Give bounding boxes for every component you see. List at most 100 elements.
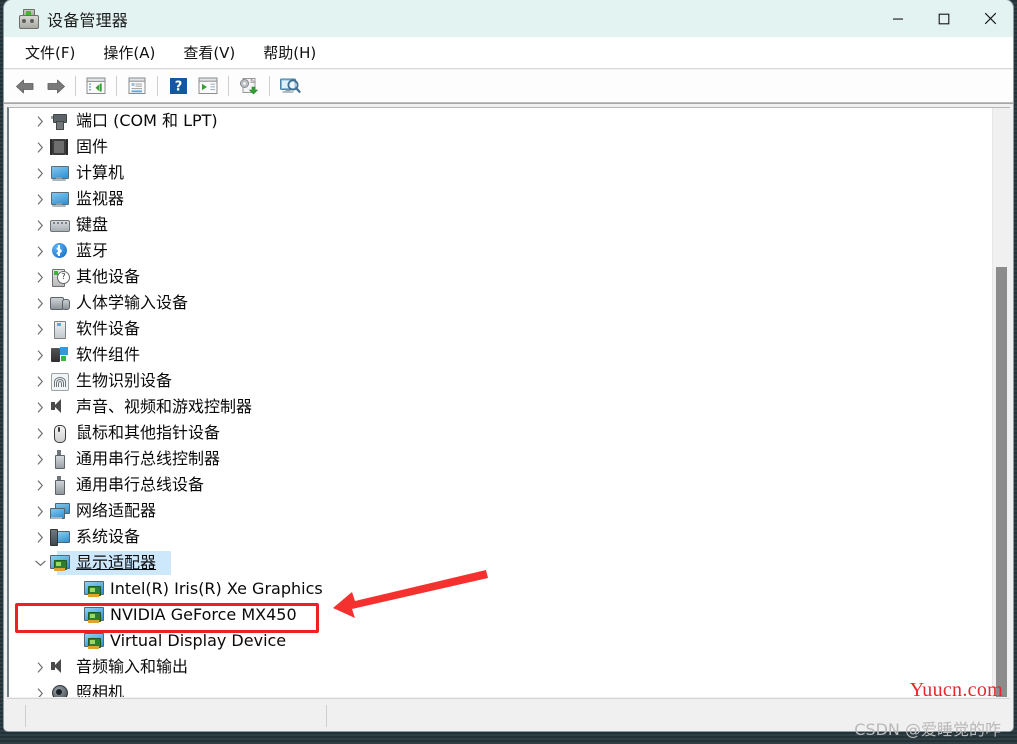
console-tree-icon xyxy=(86,77,106,94)
tree-item[interactable]: ? 其他设备 xyxy=(9,264,993,290)
chevron-right-icon[interactable] xyxy=(31,141,49,153)
tree-item-label: 键盘 xyxy=(76,215,109,234)
tree-item[interactable]: 蓝牙 xyxy=(9,238,993,264)
tree-item[interactable]: 键盘 xyxy=(9,212,993,238)
update-driver-button[interactable] xyxy=(194,74,222,98)
chevron-right-icon[interactable] xyxy=(31,505,49,517)
tree-item-label: 监视器 xyxy=(76,189,125,208)
back-button[interactable] xyxy=(11,74,39,98)
menu-action[interactable]: 操作(A) xyxy=(92,39,166,66)
show-hide-console-tree-button[interactable] xyxy=(82,74,110,98)
menu-help[interactable]: 帮助(H) xyxy=(252,39,327,66)
window-title: 设备管理器 xyxy=(47,10,129,30)
menu-view[interactable]: 查看(V) xyxy=(172,39,246,66)
chevron-right-icon[interactable] xyxy=(31,687,49,697)
forward-button[interactable] xyxy=(41,74,69,98)
tree-item-label: 人体学输入设备 xyxy=(76,293,189,312)
arrow-left-icon xyxy=(15,79,33,93)
separator-4 xyxy=(228,76,229,96)
chevron-down-icon[interactable] xyxy=(31,560,49,567)
menu-file[interactable]: 文件(F) xyxy=(14,39,86,66)
chevron-right-icon[interactable] xyxy=(31,401,49,413)
watermark-csdn: CSDN @爱睡觉的咋 xyxy=(854,720,1001,739)
properties-button[interactable] xyxy=(123,74,151,98)
show-all-devices-button[interactable] xyxy=(276,74,304,98)
scan-hardware-icon xyxy=(240,77,259,95)
scan-hardware-changes-button[interactable] xyxy=(235,74,263,98)
display-adapter-icon xyxy=(83,606,104,624)
speaker-icon xyxy=(49,398,69,416)
tree-item-label: Intel(R) Iris(R) Xe Graphics xyxy=(110,579,323,598)
biometric-fingerprint-icon xyxy=(49,372,69,391)
tree-item[interactable]: 网络适配器 xyxy=(9,498,993,524)
svg-text:?: ? xyxy=(174,80,182,95)
tree-item[interactable]: 显示适配器 xyxy=(9,550,993,576)
chevron-right-icon[interactable] xyxy=(31,375,49,387)
network-adapter-icon xyxy=(49,502,70,520)
tree-item[interactable]: 通用串行总线设备 xyxy=(9,472,993,498)
tree-item[interactable]: 监视器 xyxy=(9,186,993,212)
tree-item[interactable]: 系统设备 xyxy=(9,524,993,550)
vertical-scrollbar[interactable] xyxy=(992,108,1010,697)
tree-item[interactable]: 鼠标和其他指针设备 xyxy=(9,420,993,446)
maximize-button[interactable] xyxy=(921,0,967,37)
chevron-right-icon[interactable] xyxy=(31,297,49,309)
tree-frame: 端口 (COM 和 LPT) 固件 计算机 监视器 键盘 蓝牙? 其他设备 人体学输入设备 软件… xyxy=(7,107,1010,697)
tree-item[interactable]: 通用串行总线控制器 xyxy=(9,446,993,472)
tree-item-label: 系统设备 xyxy=(76,527,141,546)
chevron-right-icon[interactable] xyxy=(31,479,49,491)
tree-item[interactable]: 软件设备 xyxy=(9,316,993,342)
tree-item[interactable]: 声音、视频和游戏控制器 xyxy=(9,394,993,420)
minimize-button[interactable] xyxy=(875,0,921,37)
display-adapter-icon xyxy=(83,580,104,598)
device-tree[interactable]: 端口 (COM 和 LPT) 固件 计算机 监视器 键盘 蓝牙? 其他设备 人体学输入设备 软件… xyxy=(9,108,993,697)
monitor-icon xyxy=(49,190,69,208)
close-button[interactable] xyxy=(967,0,1013,37)
display-adapter-icon xyxy=(49,554,70,572)
chevron-right-icon[interactable] xyxy=(31,661,49,673)
bluetooth-icon xyxy=(49,242,69,260)
tree-item-label: NVIDIA GeForce MX450 xyxy=(110,605,297,624)
chevron-right-icon[interactable] xyxy=(31,531,49,543)
separator-2 xyxy=(116,76,117,96)
display-adapter-icon xyxy=(83,632,104,650)
chevron-right-icon[interactable] xyxy=(31,115,49,127)
tree-item[interactable]: 软件组件 xyxy=(9,342,993,368)
tree-item-label: 计算机 xyxy=(76,163,125,182)
update-driver-icon xyxy=(198,77,218,94)
usb-controller-icon xyxy=(49,450,69,469)
chevron-right-icon[interactable] xyxy=(31,323,49,335)
tree-item-label: 照相机 xyxy=(76,683,125,697)
tree-item[interactable]: 人体学输入设备 xyxy=(9,290,993,316)
chevron-right-icon[interactable] xyxy=(31,193,49,205)
chevron-right-icon[interactable] xyxy=(31,349,49,361)
tree-item-label: 软件组件 xyxy=(76,345,141,364)
tree-item[interactable]: 照相机 xyxy=(9,680,993,697)
toolbar: ? xyxy=(4,69,1013,103)
tree-item[interactable]: 音频输入和输出 xyxy=(9,654,993,680)
chevron-right-icon[interactable] xyxy=(31,427,49,439)
software-device-icon xyxy=(49,320,69,339)
tree-item-label: 其他设备 xyxy=(76,267,141,286)
tree-item-label: 蓝牙 xyxy=(76,241,109,260)
separator-1 xyxy=(75,76,76,96)
tree-item[interactable]: NVIDIA GeForce MX450 xyxy=(9,602,993,628)
device-manager-icon xyxy=(18,8,39,29)
tree-item-label: 显示适配器 xyxy=(76,553,157,572)
chevron-right-icon[interactable] xyxy=(31,245,49,257)
scrollbar-thumb[interactable] xyxy=(996,267,1007,697)
tree-item[interactable]: 计算机 xyxy=(9,160,993,186)
chevron-right-icon[interactable] xyxy=(31,219,49,231)
tree-item[interactable]: 固件 xyxy=(9,134,993,160)
tree-item[interactable]: Intel(R) Iris(R) Xe Graphics xyxy=(9,576,993,602)
chevron-right-icon[interactable] xyxy=(31,271,49,283)
help-button[interactable]: ? xyxy=(164,74,192,98)
chevron-right-icon[interactable] xyxy=(31,167,49,179)
tree-item[interactable]: Virtual Display Device xyxy=(9,628,993,654)
properties-icon xyxy=(128,77,146,94)
chevron-right-icon[interactable] xyxy=(31,453,49,465)
tree-item[interactable]: 端口 (COM 和 LPT) xyxy=(9,108,993,134)
mouse-icon xyxy=(49,424,69,443)
tree-item[interactable]: 生物识别设备 xyxy=(9,368,993,394)
status-separator-2 xyxy=(326,705,327,727)
